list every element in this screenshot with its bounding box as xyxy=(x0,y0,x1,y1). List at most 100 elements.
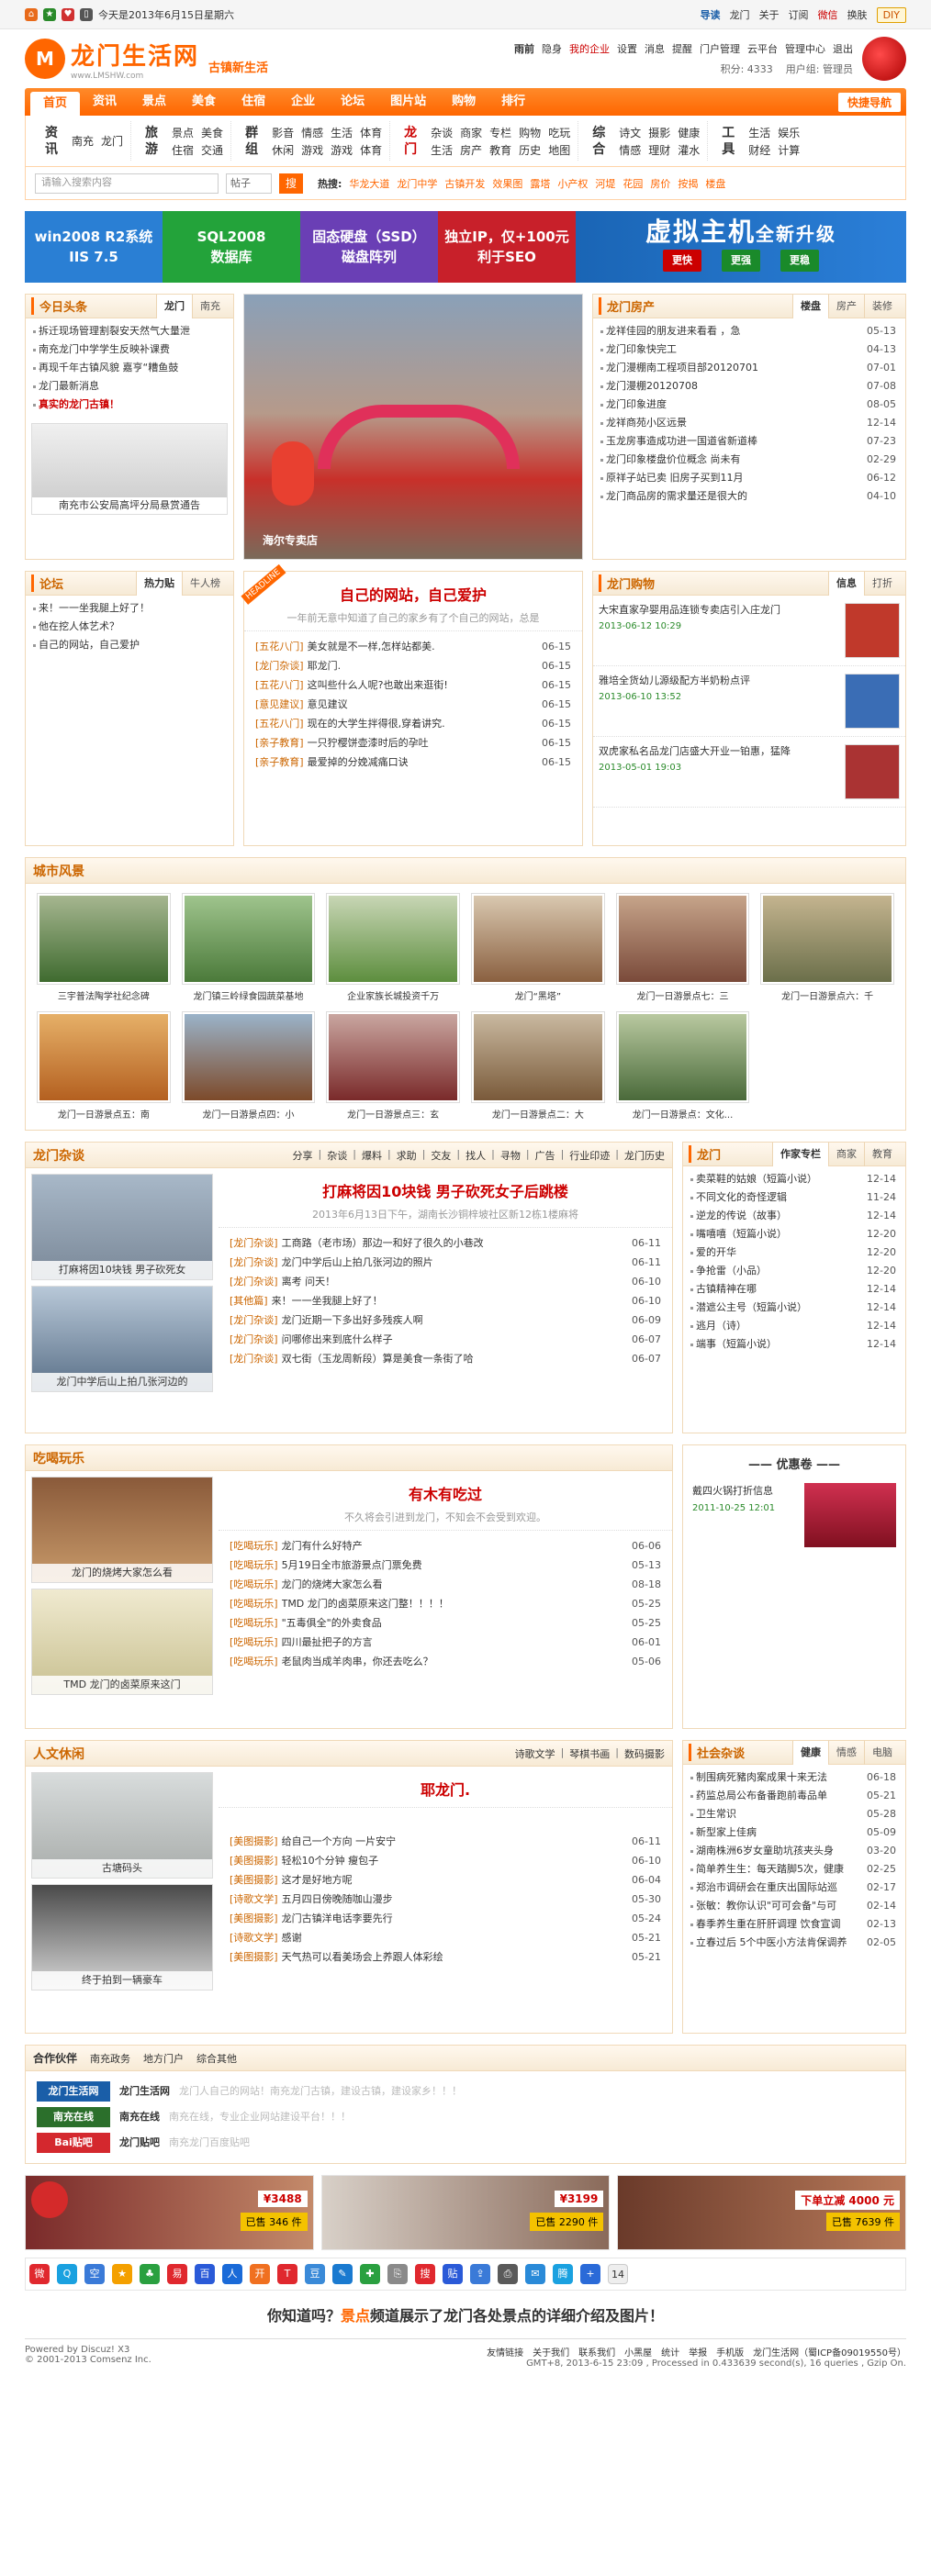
news-title[interactable]: 5月19日全市旅游景点门票免费 xyxy=(282,1556,626,1575)
nav-photos[interactable]: 图片站 xyxy=(377,88,439,116)
scenery-caption[interactable]: 龙门一日游景点六：千 xyxy=(760,988,894,1002)
list-item[interactable]: 他在挖人体艺术？ xyxy=(31,618,228,636)
nav-ranking[interactable]: 排行 xyxy=(488,88,538,116)
scenery-image[interactable] xyxy=(615,893,750,985)
shop-item-image[interactable] xyxy=(845,744,900,799)
list-item[interactable]: 药监总局公布备番跑前毒品单 05-21 xyxy=(689,1787,900,1805)
search-button[interactable]: 搜 xyxy=(279,173,303,194)
chat-category-link[interactable]: 求助 xyxy=(397,1148,417,1163)
reminder-link[interactable]: 提醒 xyxy=(672,41,692,56)
chat-category-link[interactable]: 交友 xyxy=(431,1148,451,1163)
user-group[interactable]: 用户组: 管理员 xyxy=(786,61,853,76)
news-row[interactable]: [吃喝玩乐] 龙门的烧烤大家怎么看 08-18 xyxy=(230,1575,661,1594)
netease-icon[interactable]: 易 xyxy=(167,2264,187,2284)
news-row[interactable]: [龙门杂谈] 问哪修出来到底什么样子 06-07 xyxy=(230,1330,661,1349)
scenery-thumb[interactable]: 龙门一日游景点七：三 xyxy=(615,893,750,1002)
avatar[interactable] xyxy=(862,37,906,81)
chat-pic-2[interactable]: 龙门中学后山上拍几张河边的 xyxy=(31,1286,213,1392)
news-category[interactable]: [五花八门] xyxy=(255,637,304,656)
list-item[interactable]: 卫生常识 05-28 xyxy=(689,1805,900,1823)
footer-link[interactable]: 手机版 xyxy=(716,2345,744,2359)
cloud-link[interactable]: 云平台 xyxy=(747,41,778,56)
news-category[interactable]: [诗歌文学] xyxy=(230,1890,278,1909)
coupon-image[interactable] xyxy=(804,1483,896,1547)
news-title[interactable]: 美女就是不一样,怎样站都美. xyxy=(308,637,536,656)
scenery-caption[interactable]: 龙门“黑塔” xyxy=(471,988,605,1002)
list-item[interactable]: 爱的开华 12-20 xyxy=(689,1243,900,1262)
scenery-thumb[interactable]: 企业家族长城投资千万 xyxy=(326,893,460,1002)
clover-icon[interactable]: ♣ xyxy=(140,2264,160,2284)
scenery-image[interactable] xyxy=(326,1011,460,1103)
news-category[interactable]: [龙门杂谈] xyxy=(230,1272,278,1291)
list-item[interactable]: 玉龙房事造成功进一国道省新道棒 07-23 xyxy=(599,432,900,451)
shop-item[interactable]: 雅培全货幼儿源级配方半奶粉点评 2013-06-10 13:52 xyxy=(593,666,905,737)
news-title[interactable]: 现在的大学生拌得很,穿着讲究. xyxy=(308,714,536,733)
site-logo[interactable]: M 龙门生活网 www.LMSHW.com 古镇新生活 xyxy=(25,38,268,81)
scenery-image[interactable] xyxy=(471,893,605,985)
list-item[interactable]: 龙祥商苑小区远景 12-14 xyxy=(599,414,900,432)
news-row[interactable]: [龙门杂谈] 龙门中学后山上拍几张河边的照片 06-11 xyxy=(230,1253,661,1272)
banner-btn-stronger[interactable]: 更强 xyxy=(722,250,760,272)
tab-emotion[interactable]: 情感 xyxy=(828,1740,864,1765)
subnav-link[interactable]: 历史 xyxy=(519,142,541,158)
news-title[interactable]: 感谢 xyxy=(282,1928,626,1947)
banner-ip[interactable]: 独立IP，仅+100元 利于SEO xyxy=(438,211,576,283)
subnav-link[interactable]: 美食 xyxy=(201,125,223,140)
leisure-pic-1[interactable]: 古塘码头 xyxy=(31,1772,213,1879)
news-title[interactable]: 龙门古镇洋电话李要先行 xyxy=(282,1909,626,1928)
logout-link[interactable]: 退出 xyxy=(833,41,853,56)
news-row[interactable]: [美图摄影] 轻松10个分钟 瘦包子 06-10 xyxy=(230,1851,661,1870)
scenery-thumb[interactable]: 龙门一日游景点五：南 xyxy=(37,1011,171,1121)
diy-button[interactable]: DIY xyxy=(876,6,906,23)
nav-lodging[interactable]: 住宿 xyxy=(229,88,278,116)
baidu-icon[interactable]: 百 xyxy=(195,2264,215,2284)
subnav-link[interactable]: 体育 xyxy=(360,142,382,158)
invisible-link[interactable]: 隐身 xyxy=(542,41,562,56)
shop-item[interactable]: 大宋直家孕婴用品连锁专卖店引入庄龙门 2013-06-12 10:29 xyxy=(593,596,905,666)
more-icon[interactable]: + xyxy=(580,2264,600,2284)
tab-decoration[interactable]: 装修 xyxy=(864,294,900,318)
news-row[interactable]: [龙门杂谈] 龙门近期一下多出好多残疾人啊 06-09 xyxy=(230,1310,661,1330)
news-category[interactable]: [龙门杂谈] xyxy=(230,1330,278,1349)
news-category[interactable]: [吃喝玩乐] xyxy=(230,1613,278,1633)
shop-item-image[interactable] xyxy=(845,674,900,729)
tencent-icon[interactable]: 腾 xyxy=(553,2264,573,2284)
today-photo[interactable]: 南充市公安局高坪分局悬赏通告 xyxy=(31,423,228,515)
scenery-thumb[interactable]: 龙门一日游景点二：大 xyxy=(471,1011,605,1121)
news-title[interactable]: 龙门中学后山上拍几张河边的照片 xyxy=(282,1253,626,1272)
scenery-thumb[interactable]: 龙门一日游景点：文化... xyxy=(615,1011,750,1121)
list-item[interactable]: 嘴嘻嘻（短篇小说） 12-20 xyxy=(689,1225,900,1243)
subnav-link[interactable]: 摄影 xyxy=(648,125,670,140)
link-longmen[interactable]: 龙门 xyxy=(730,7,750,22)
tab-partners[interactable]: 合作伙伴 xyxy=(33,2050,77,2066)
subnav-link[interactable]: 交通 xyxy=(201,142,223,158)
news-row[interactable]: [五花八门] 美女就是不一样,怎样站都美. 06-15 xyxy=(255,637,571,656)
scenery-caption[interactable]: 龙门一日游景点四：小 xyxy=(182,1107,316,1121)
star-icon[interactable]: ★ xyxy=(43,8,56,21)
news-title[interactable]: 这叫些什么人呢?也敢出来逛街! xyxy=(308,675,536,695)
tab-buildings[interactable]: 楼盘 xyxy=(792,294,828,318)
news-title[interactable]: 工商路（老市场）那边一和好了很久的小巷改 xyxy=(282,1233,626,1253)
scenery-thumb[interactable]: 龙门一日游景点六：千 xyxy=(760,893,894,1002)
link-photography[interactable]: 数码摄影 xyxy=(624,1746,665,1761)
subnav-link[interactable]: 生活 xyxy=(748,125,770,140)
scenery-image[interactable] xyxy=(181,1011,316,1103)
link-poetry[interactable]: 诗歌文学 xyxy=(515,1746,555,1761)
list-item[interactable]: 龙门商品房的需求量还是很大的 04-10 xyxy=(599,487,900,506)
list-item[interactable]: 郑治市调研会在重庆出国际站巡 02-17 xyxy=(689,1879,900,1897)
list-item[interactable]: 龙门印象快完工 04-13 xyxy=(599,340,900,359)
chat-category-link[interactable]: 广告 xyxy=(535,1148,555,1163)
renren-icon[interactable]: 人 xyxy=(222,2264,242,2284)
scenery-thumb[interactable]: 龙门一日游景点四：小 xyxy=(181,1011,316,1121)
link-art[interactable]: 琴棋书画 xyxy=(569,1746,610,1761)
tab-education[interactable]: 教育 xyxy=(864,1142,900,1166)
chat-category-link[interactable]: 找人 xyxy=(466,1148,486,1163)
news-title[interactable]: 这才是好地方呢 xyxy=(282,1870,626,1890)
subnav-link[interactable]: 游戏 xyxy=(331,142,353,158)
list-item[interactable]: 原祥子站已卖 旧房子买到11月 06-12 xyxy=(599,469,900,487)
hot-search-link[interactable]: 华龙大道 xyxy=(349,176,389,191)
list-item[interactable]: 逃月（诗） 12-14 xyxy=(689,1317,900,1335)
list-item[interactable]: 龙祥佳园的朋友进来看看 ，急 05-13 xyxy=(599,322,900,340)
search-input[interactable]: 请输入搜索内容 xyxy=(35,173,219,194)
chat-pic-1[interactable]: 打麻将因10块钱 男子砍死女 xyxy=(31,1174,213,1280)
